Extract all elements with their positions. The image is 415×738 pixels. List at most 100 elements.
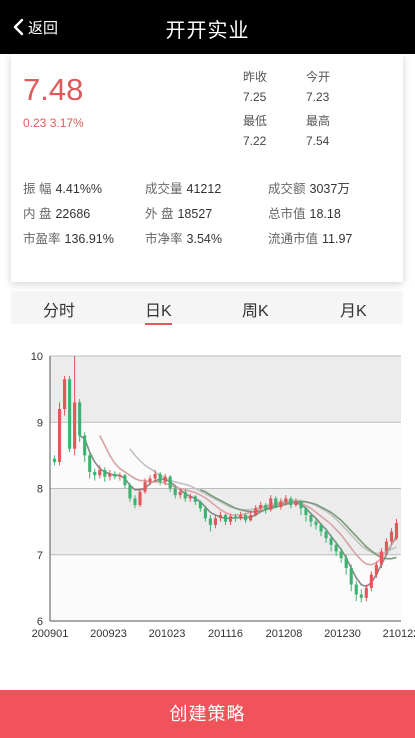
candle-body [379,551,383,565]
candle-body [249,515,253,521]
candle-body [57,409,62,462]
open-value: 7.23 [306,90,330,104]
stat-label: 市净率 [145,232,183,246]
candle-body [63,379,67,409]
stat-value: 4.41%% [55,182,103,196]
candle-body [384,541,388,552]
x-tick-label: 201208 [266,628,303,640]
chart-band [50,422,401,489]
chart-band [50,554,401,621]
candle-body [319,524,323,532]
stat-label: 内 盘 [23,207,52,221]
candle-body [334,544,338,552]
candle-body [128,485,132,499]
candle-body [83,435,87,456]
candle-body [203,508,207,519]
candle-body [228,516,233,522]
candle-body [369,574,373,588]
high-value: 7.54 [306,134,330,148]
stat-label: 成交量 [145,182,183,196]
stat-outer: 外 盘 18527 [145,203,212,222]
candle-body [88,455,92,472]
candle-body [198,501,202,509]
candle-body [364,587,368,598]
tab-daily-k[interactable]: 日K [145,297,172,325]
stat-label: 流通市值 [268,232,319,246]
candle-body [299,501,303,509]
low-label: 最低 [243,114,268,128]
tab-label: 分时 [43,303,76,320]
open: 今开 7.23 [306,68,330,104]
candle-body [193,496,197,502]
candle-body [173,488,177,496]
candle-body [52,458,57,462]
x-tick-label: 200901 [32,628,69,640]
current-price: 7.48 [23,72,84,107]
stat-value: 18527 [177,207,213,221]
candle-body [163,476,167,482]
candle-body [138,491,142,506]
stat-value: 136.91% [64,232,114,246]
low: 最低 7.22 [243,112,267,148]
candle-body [148,478,152,482]
stat-amplitude: 振 幅 4.41%% [23,178,102,197]
tab-label: 月K [340,303,367,320]
stat-pe: 市盈率 136.91% [23,228,114,247]
price-change: 0.23 3.17% [23,116,84,130]
candle-body [93,471,97,476]
stat-value: 11.97 [322,232,353,246]
x-tick-label: 201023 [149,628,186,640]
candle-body [279,501,283,508]
x-tick-label: 201230 [324,628,361,640]
candle-body [78,402,82,436]
stat-market-cap: 总市值 18.18 [268,203,341,222]
candle-body [98,469,102,476]
stat-label: 市盈率 [23,232,61,246]
y-tick-label: 7 [37,550,43,562]
candle-body [233,516,238,519]
tab-intraday[interactable]: 分时 [43,297,75,321]
stat-float-cap: 流通市值 11.97 [268,228,352,247]
candle-body [389,531,394,542]
candle-body [374,564,378,575]
stat-label: 总市值 [268,207,306,221]
candle-body [223,515,228,522]
candle-body [254,508,258,515]
candle-body [329,538,333,545]
tab-label: 周K [242,303,269,320]
candle-body [274,498,278,508]
candle-body [294,501,298,506]
stat-value: 3037万 [309,182,350,196]
candle-body [73,402,77,449]
high: 最高 7.54 [306,112,330,148]
low-value: 7.22 [243,134,267,148]
open-label: 今开 [306,70,331,84]
create-strategy-button[interactable]: 创建策略 [0,690,415,738]
kline-chart: 6 7 8 9 10 200901 200923 201023 201116 201208 2012… [31,351,415,640]
chart-band [50,356,401,423]
tab-weekly-k[interactable]: 周K [242,297,269,321]
candle-body [108,473,112,477]
candle-body [264,505,268,510]
candle-body [259,505,263,509]
candle-body [284,498,288,502]
candle-body [304,508,308,515]
candle-body [324,531,328,539]
candle-body [339,551,343,559]
x-tick-label: 201116 [208,628,243,640]
candle-body [123,475,127,486]
candle-body [188,496,192,499]
prev-close-value: 7.25 [243,90,267,104]
active-tab-underline [145,323,172,325]
candle-body [314,521,318,525]
candle-body [239,515,243,519]
stat-label: 外 盘 [145,207,174,221]
tab-monthly-k[interactable]: 月K [340,297,367,321]
y-tick-label: 8 [37,484,43,496]
quote-card: 7.48 0.23 3.17% 昨收 7.25 今开 7.23 最低 7.22 … [11,54,403,282]
candle-body [168,476,172,489]
candle-body [158,473,162,482]
y-tick-label: 6 [37,616,43,628]
stat-value: 18.18 [309,207,341,221]
candle-body [289,498,293,506]
